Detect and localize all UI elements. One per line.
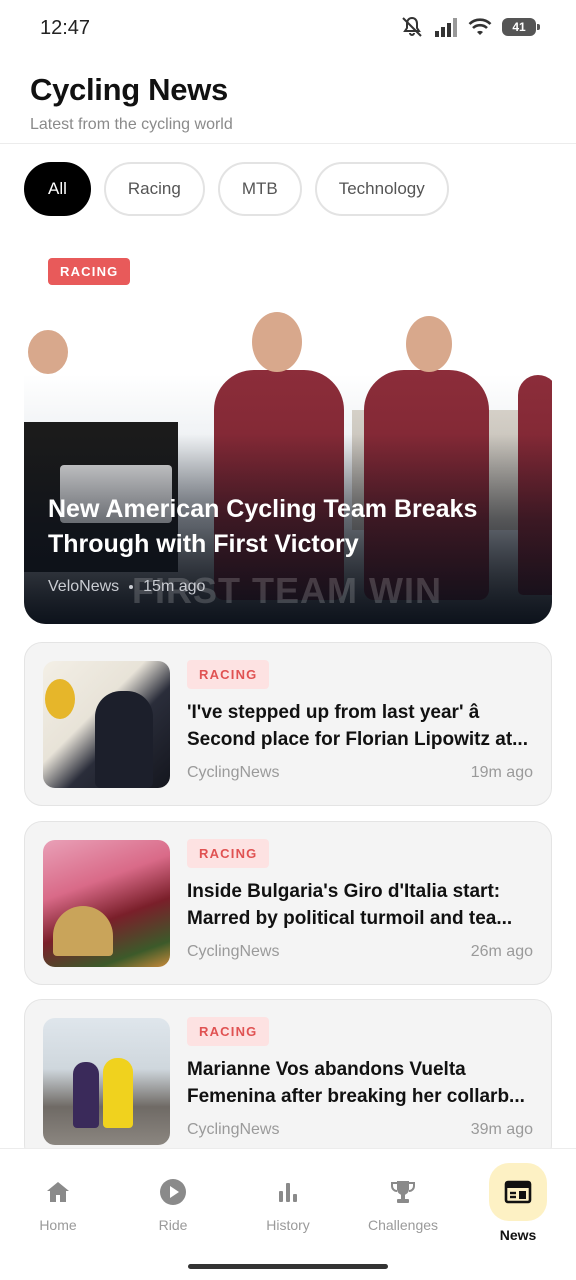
nav-item-news[interactable] — [489, 1163, 547, 1221]
home-indicator[interactable] — [188, 1264, 388, 1269]
article-source: CyclingNews — [187, 1121, 280, 1138]
home-icon — [47, 1182, 69, 1202]
featured-article-card[interactable]: FIRST TEAM WIN RACING New American Cycli… — [24, 240, 552, 624]
featured-image-rider-head — [406, 316, 452, 372]
newspaper-icon — [504, 1180, 532, 1204]
nav-item-home[interactable]: Home — [8, 1177, 108, 1233]
article-card[interactable]: RACING Inside Bulgaria's Giro d'Italia s… — [24, 821, 552, 985]
article-thumbnail — [43, 840, 170, 967]
nav-label-history: History — [266, 1217, 310, 1233]
thumbnail-rider — [73, 1062, 99, 1128]
signal-icon — [435, 18, 457, 37]
nav-item-history[interactable]: History — [238, 1177, 338, 1233]
mute-icon — [402, 16, 422, 37]
bar-chart-icon — [279, 1183, 297, 1202]
nav-item-challenges[interactable]: Challenges — [353, 1177, 453, 1233]
separator-dot — [129, 585, 134, 589]
nav-item-ride[interactable]: Ride — [123, 1177, 223, 1233]
nav-label-challenges: Challenges — [367, 1217, 439, 1233]
article-category-badge: RACING — [187, 839, 270, 868]
article-card[interactable]: RACING 'I've stepped up from last year' … — [24, 642, 552, 806]
nav-label-home: Home — [39, 1217, 77, 1233]
battery-icon: 41 — [502, 18, 540, 36]
featured-image-person — [28, 330, 68, 374]
article-category-badge: RACING — [187, 660, 270, 689]
filter-chip-all[interactable]: All — [24, 162, 91, 216]
article-title-line: Inside Bulgaria's Giro d'Italia start: — [187, 881, 501, 902]
page-header: Cycling News Latest from the cycling wor… — [30, 72, 233, 134]
article-thumbnail — [43, 1018, 170, 1145]
featured-source: VeloNews — [48, 578, 120, 595]
filter-chip-mtb[interactable]: MTB — [217, 162, 302, 216]
status-time: 12:47 — [40, 17, 91, 39]
header-divider — [0, 143, 576, 144]
article-thumbnail — [43, 661, 170, 788]
article-time: 19m ago — [470, 764, 533, 781]
thumbnail-flowers — [45, 679, 75, 719]
article-title: Marianne Vos abandons Vuelta Femenina af… — [187, 1056, 537, 1110]
wifi-icon — [468, 18, 492, 35]
article-title: 'I've stepped up from last year' â Secon… — [187, 699, 537, 753]
thumbnail-cathedral — [53, 906, 113, 956]
article-time: 26m ago — [470, 943, 533, 960]
thumbnail-rider — [103, 1058, 133, 1128]
article-card[interactable]: RACING Marianne Vos abandons Vuelta Feme… — [24, 999, 552, 1163]
trophy-icon — [391, 1181, 415, 1203]
play-icon — [160, 1179, 186, 1205]
thumbnail-rider — [95, 691, 153, 788]
featured-meta: VeloNews 15m ago — [48, 578, 205, 596]
article-source: CyclingNews — [187, 764, 280, 781]
article-title-line: Second place for Florian Lipowitz at... — [187, 729, 528, 750]
article-title: Inside Bulgaria's Giro d'Italia start: M… — [187, 878, 537, 932]
featured-image-rider-head — [252, 312, 302, 372]
page-title: Cycling News — [30, 72, 228, 107]
article-title-line: Marianne Vos abandons Vuelta — [187, 1059, 466, 1080]
featured-title[interactable]: New American Cycling Team Breaks Through… — [48, 492, 518, 562]
status-icons: 41 — [400, 16, 540, 38]
article-title-line: Marred by political turmoil and tea... — [187, 908, 513, 929]
nav-label-news: News — [499, 1227, 537, 1243]
featured-category-badge: RACING — [48, 258, 131, 285]
article-category-badge: RACING — [187, 1017, 270, 1046]
page-subtitle: Latest from the cycling world — [30, 116, 233, 133]
nav-label-ride: Ride — [158, 1217, 188, 1233]
filter-chip-technology[interactable]: Technology — [314, 162, 449, 216]
article-title-line: Femenina after breaking her collarb... — [187, 1086, 525, 1107]
featured-time: 15m ago — [143, 578, 206, 595]
status-bar: 12:47 41 — [0, 0, 576, 56]
article-time: 39m ago — [470, 1121, 533, 1138]
filter-chip-racing[interactable]: Racing — [103, 162, 205, 216]
article-title-line: 'I've stepped up from last year' â — [187, 702, 480, 723]
article-source: CyclingNews — [187, 943, 280, 960]
category-filters: All Racing MTB Technology — [24, 162, 449, 216]
bottom-nav: Home Ride History Challenges News — [0, 1148, 576, 1280]
